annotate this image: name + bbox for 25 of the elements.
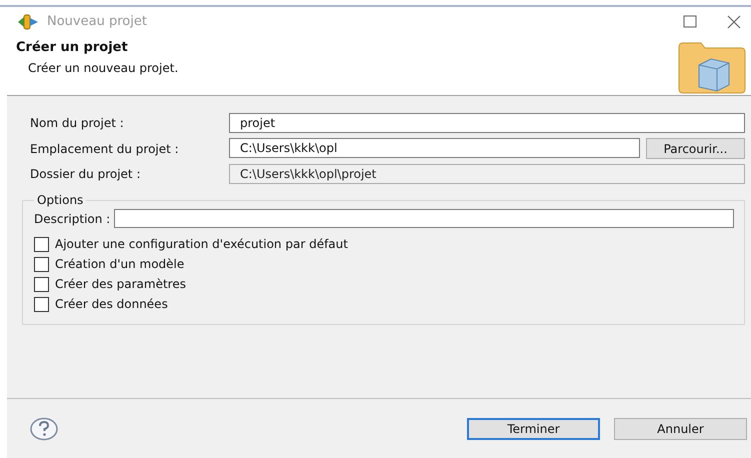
field-label: Dossier du projet : xyxy=(29,167,142,181)
checkbox[interactable] xyxy=(34,236,49,252)
page-title: Créer un projet xyxy=(16,40,129,55)
field-label: Emplacement du projet : xyxy=(29,142,180,156)
description-field[interactable] xyxy=(114,209,734,228)
maximize-icon[interactable] xyxy=(683,14,697,28)
checkbox[interactable] xyxy=(34,296,49,312)
checkbox-label: Créer des données xyxy=(55,297,168,311)
cancel-button[interactable]: Annuler xyxy=(614,418,747,440)
finish-button[interactable]: Terminer xyxy=(467,418,600,440)
help-icon[interactable] xyxy=(29,416,59,440)
checkbox-label: Création d'un modèle xyxy=(55,257,184,271)
checkbox[interactable] xyxy=(34,256,49,272)
window-title: Nouveau projet xyxy=(47,14,147,29)
field-label: Nom du projet : xyxy=(29,116,125,130)
close-icon[interactable] xyxy=(727,14,741,28)
checkbox-label: Ajouter une configuration d'exécution par défaut xyxy=(55,237,348,251)
page-description: Créer un nouveau projet. xyxy=(28,61,180,75)
checkbox-label: Créer des paramètres xyxy=(55,277,186,291)
browse-button[interactable]: Parcourir... xyxy=(646,138,745,159)
group-title: Options xyxy=(36,193,84,207)
text-field[interactable]: projet xyxy=(229,113,745,133)
checkbox[interactable] xyxy=(34,276,49,292)
field-label: Description : xyxy=(34,212,110,226)
text-field[interactable]: C:\Users\kkk\opl xyxy=(229,138,640,158)
